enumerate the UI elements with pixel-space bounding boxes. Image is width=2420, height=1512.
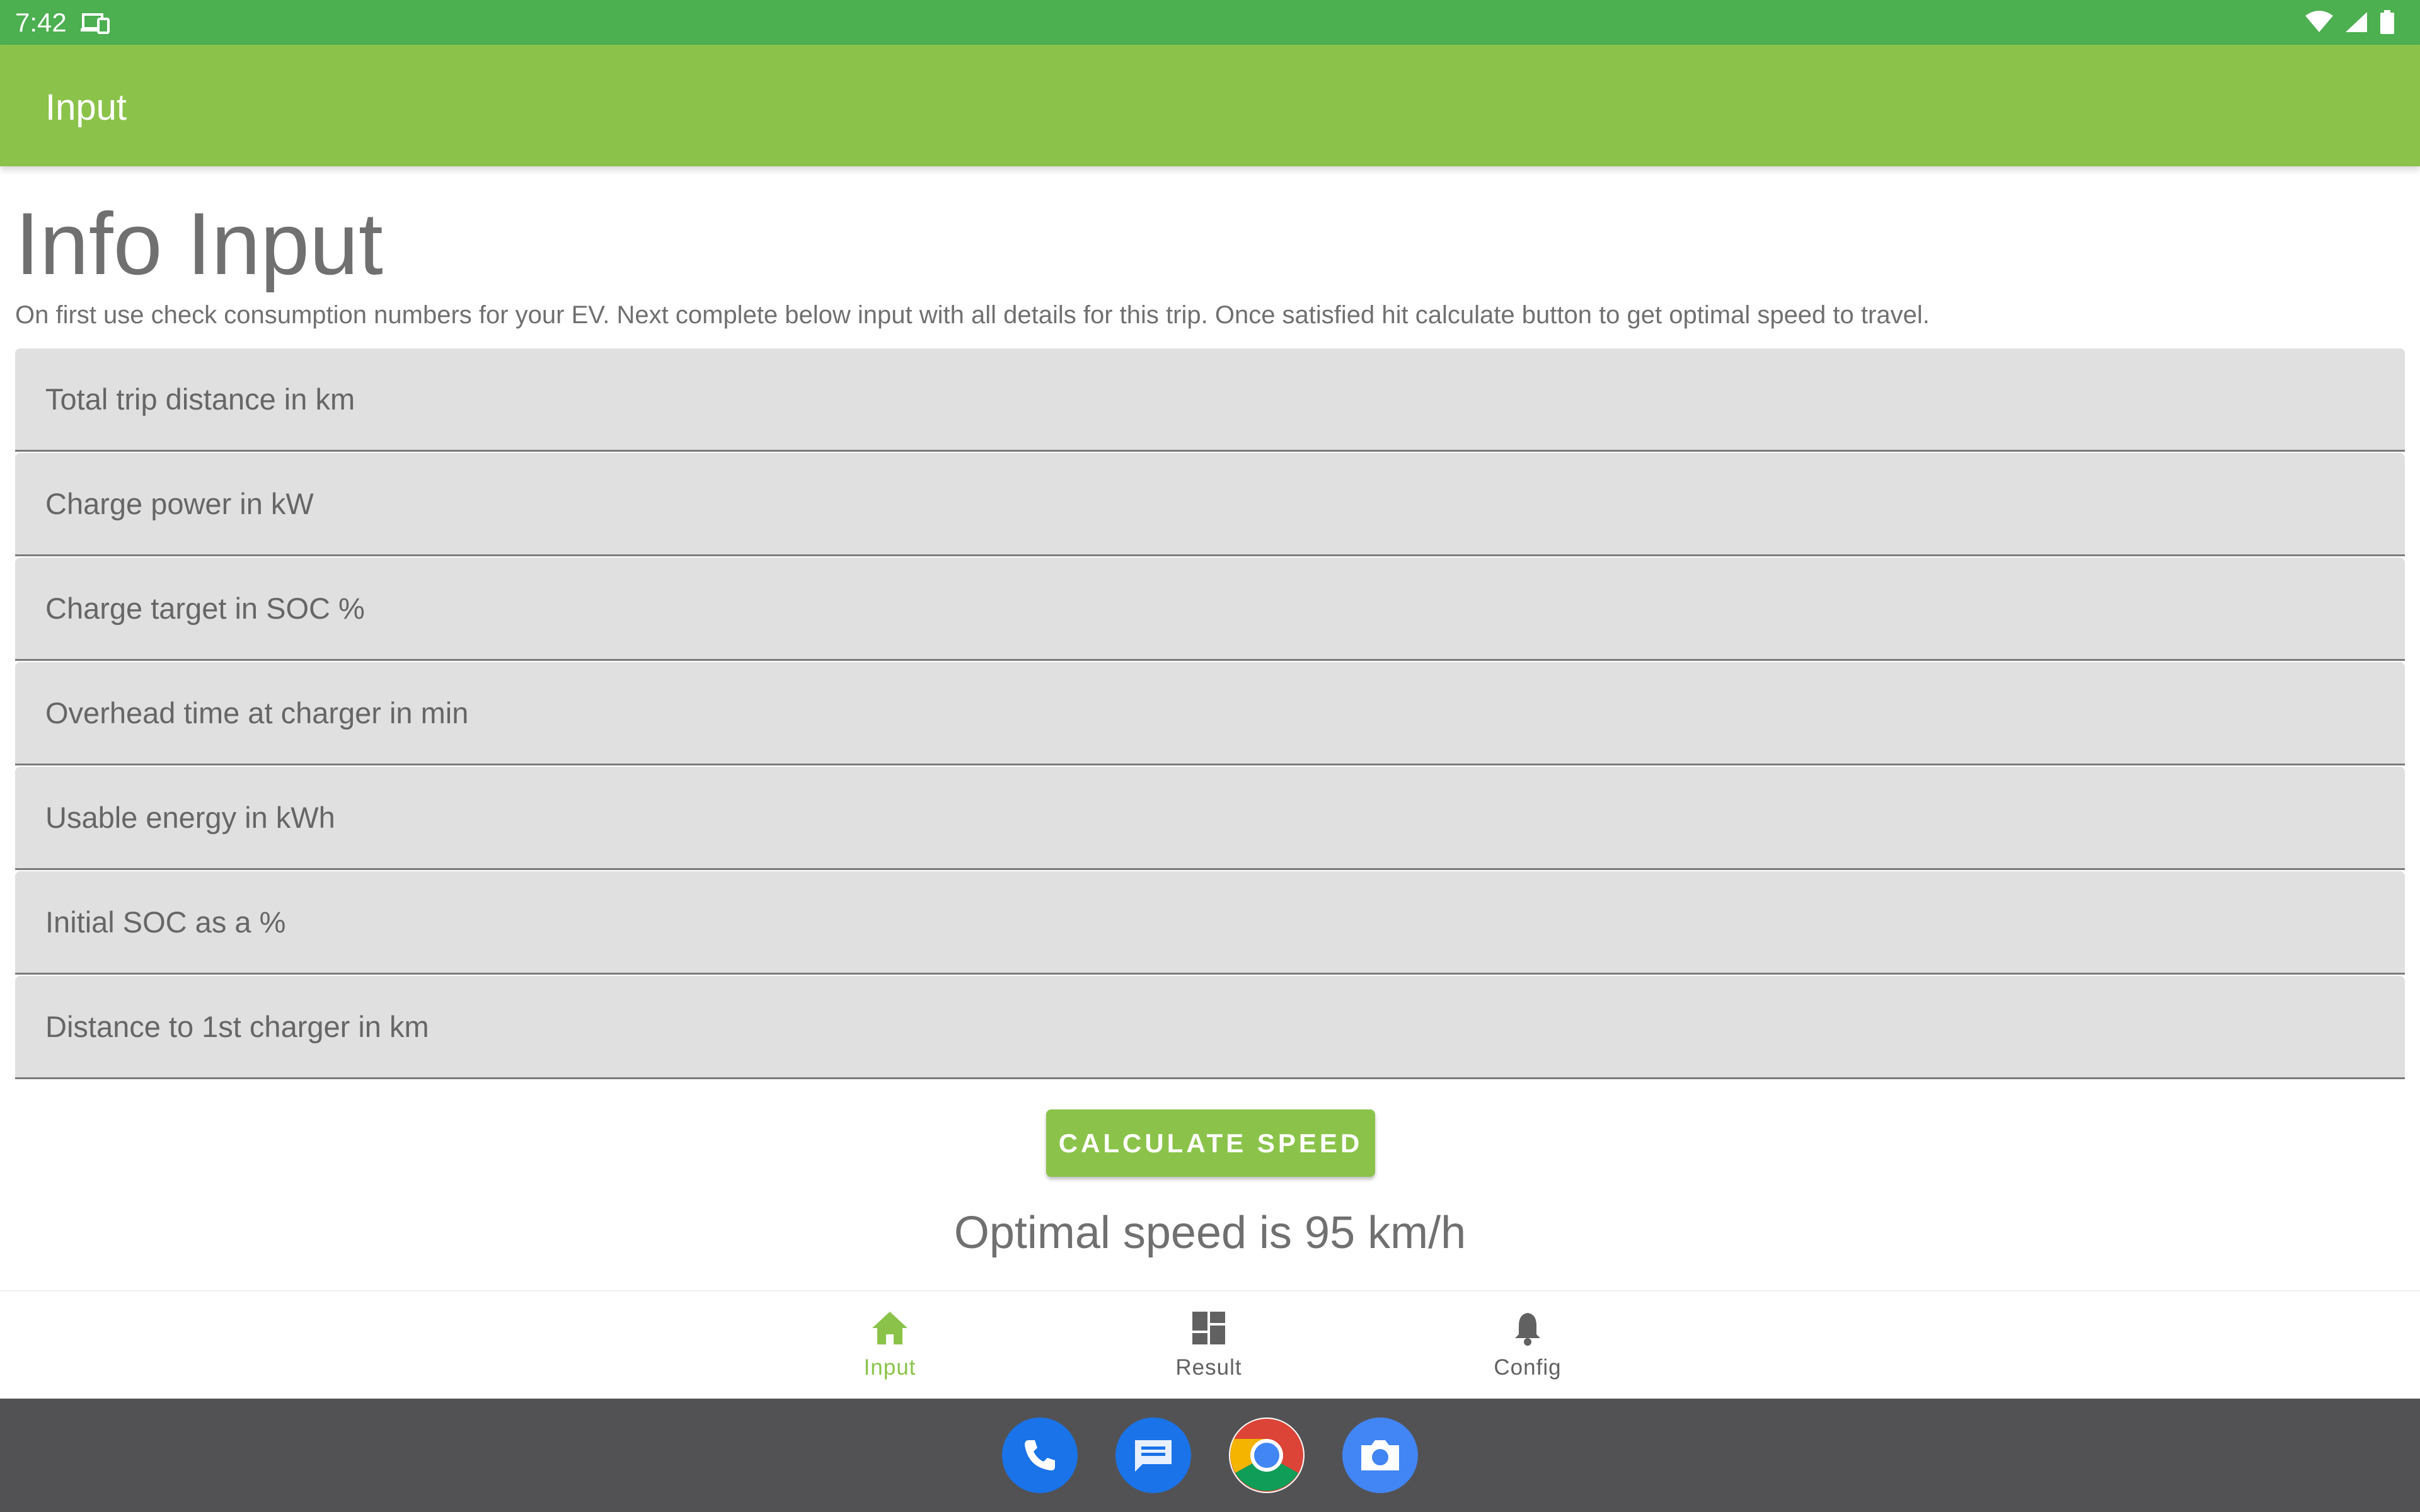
nav-result-label: Result: [1175, 1355, 1242, 1380]
field-placeholder: Distance to 1st charger in km: [45, 1010, 429, 1043]
bell-icon: [1509, 1313, 1547, 1349]
field-placeholder: Charge target in SOC %: [45, 592, 365, 625]
cast-icon: [81, 13, 111, 37]
battery-icon: [2380, 10, 2395, 37]
field-placeholder: Total trip distance in km: [45, 382, 355, 416]
page-title: Info Input: [15, 194, 383, 293]
initial-soc-field[interactable]: Initial SOC as a %: [15, 871, 2405, 975]
field-placeholder: Overhead time at charger in min: [45, 696, 469, 730]
field-placeholder: Charge power in kW: [45, 487, 314, 520]
charge-power-field[interactable]: Charge power in kW: [15, 453, 2405, 556]
chrome-icon[interactable]: [1229, 1418, 1305, 1493]
result-text: Optimal speed is 95 km/h: [954, 1208, 1466, 1258]
calculate-speed-button[interactable]: CALCULATE SPEED: [1046, 1109, 1375, 1177]
nav-result[interactable]: Result: [1114, 1309, 1303, 1380]
bottom-nav: Input Result Config: [0, 1290, 2420, 1400]
nav-input[interactable]: Input: [795, 1309, 984, 1380]
status-bar: 7:42: [0, 0, 2420, 45]
wifi-icon: [2305, 11, 2333, 37]
status-time: 7:42: [15, 8, 67, 37]
trip-distance-field[interactable]: Total trip distance in km: [15, 348, 2405, 452]
charge-target-field[interactable]: Charge target in SOC %: [15, 558, 2405, 661]
overhead-time-field[interactable]: Overhead time at charger in min: [15, 662, 2405, 765]
usable-energy-field[interactable]: Usable energy in kWh: [15, 767, 2405, 870]
first-charger-distance-field[interactable]: Distance to 1st charger in km: [15, 976, 2405, 1079]
dashboard-icon: [1190, 1312, 1228, 1349]
input-form: Total trip distance in km Charge power i…: [15, 348, 2405, 1080]
home-icon: [870, 1312, 910, 1349]
app-bar-title: Input: [45, 87, 127, 128]
camera-icon[interactable]: [1342, 1418, 1418, 1493]
field-placeholder: Initial SOC as a %: [45, 905, 286, 939]
nav-config-label: Config: [1494, 1355, 1562, 1380]
field-placeholder: Usable energy in kWh: [45, 801, 335, 834]
app-bar: Input: [0, 45, 2420, 166]
system-dock: [0, 1399, 2420, 1512]
page-description: On first use check consumption numbers f…: [15, 301, 1930, 329]
phone-icon[interactable]: [1002, 1418, 1078, 1493]
nav-config[interactable]: Config: [1433, 1309, 1622, 1380]
messages-icon[interactable]: [1115, 1418, 1191, 1493]
nav-input-label: Input: [863, 1355, 916, 1380]
cellular-signal-icon: [2344, 11, 2368, 37]
